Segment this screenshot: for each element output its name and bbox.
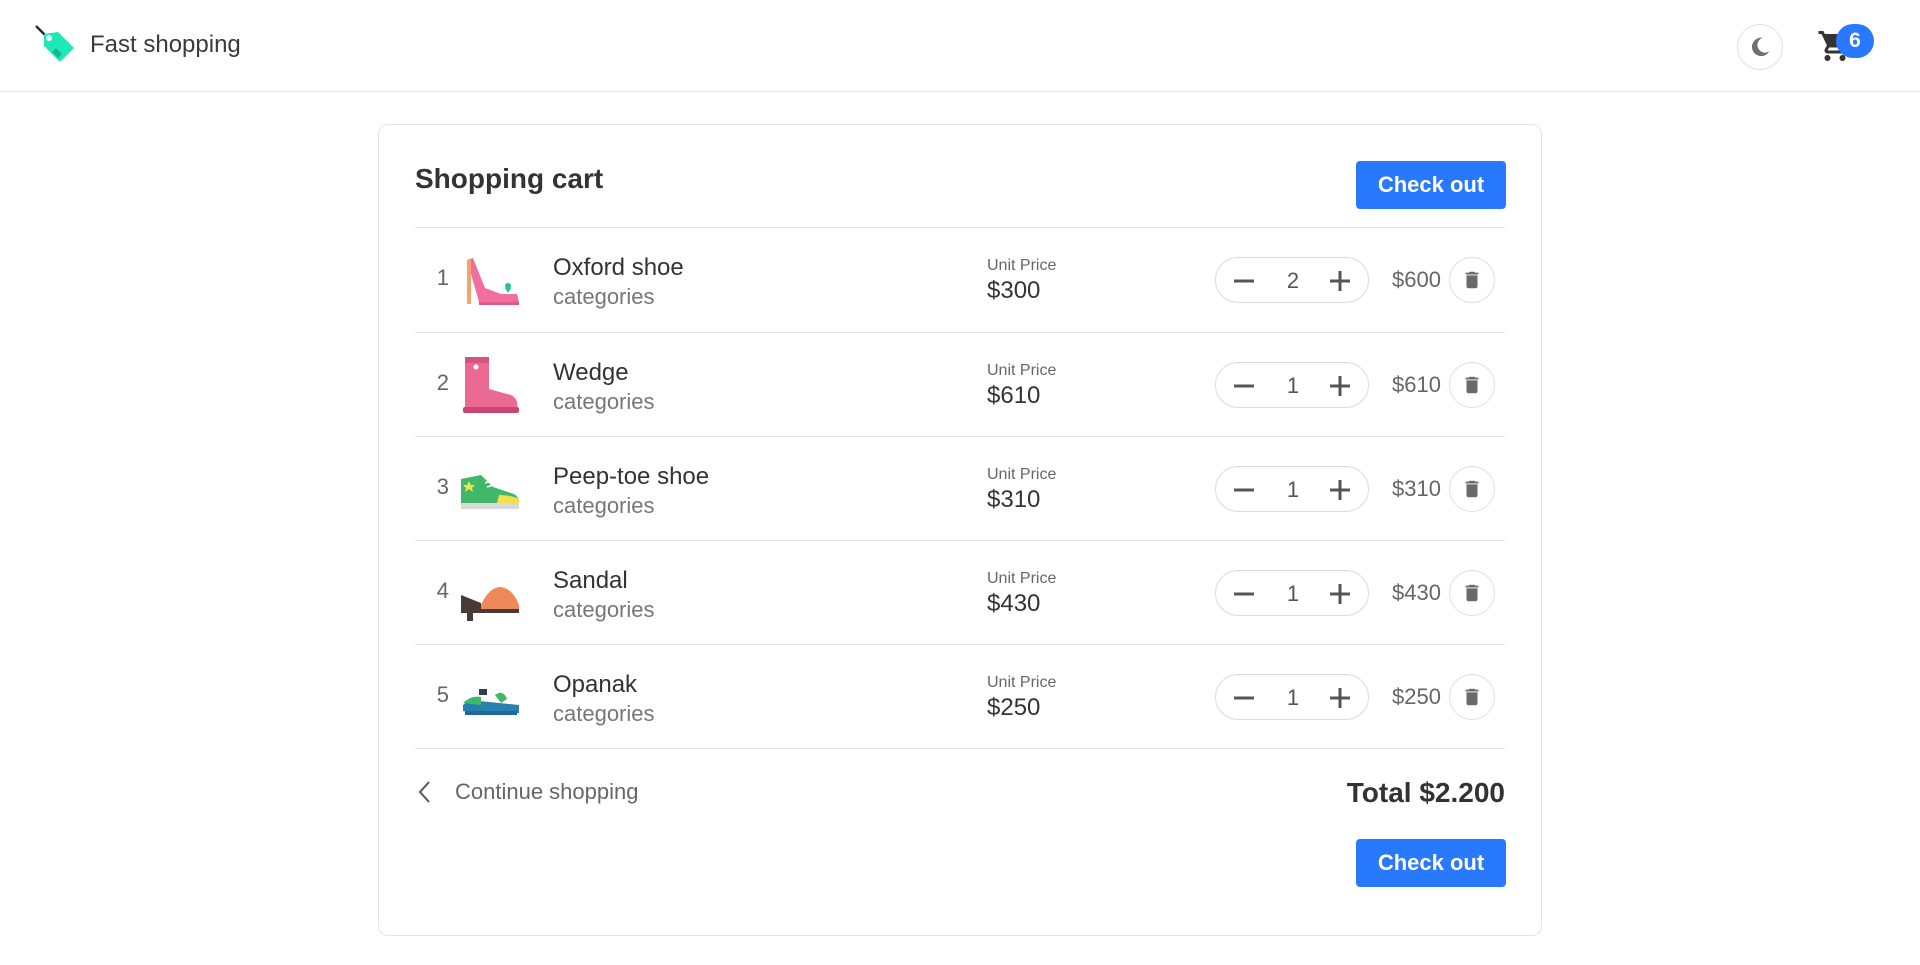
cart-title: Shopping cart — [415, 163, 604, 194]
brand-link[interactable]: Fast shopping — [34, 24, 241, 66]
divider — [415, 748, 1505, 749]
line-total: $610 — [1392, 372, 1441, 397]
shopping-cart-card: Shopping cart Check out 1 Oxford shoe ca… — [378, 124, 1542, 936]
trash-icon — [1465, 480, 1479, 498]
remove-item-button[interactable] — [1449, 362, 1495, 408]
pink-heel-icon — [467, 258, 519, 305]
trash-icon — [1465, 376, 1479, 394]
unit-price-label: Unit Price — [987, 570, 1057, 587]
item-category: categories — [553, 493, 655, 518]
decrease-quantity-button[interactable] — [1226, 576, 1262, 612]
increase-quantity-button[interactable] — [1322, 576, 1358, 612]
line-total: $600 — [1392, 267, 1441, 292]
top-navbar: Fast shopping 6 — [0, 0, 1920, 92]
quantity-stepper: 1 — [1215, 570, 1369, 616]
line-total: $250 — [1392, 684, 1441, 709]
item-category: categories — [553, 284, 655, 309]
quantity-value: 1 — [1286, 685, 1300, 710]
continue-shopping-link[interactable]: Continue shopping — [417, 779, 638, 805]
green-flat-sandal-icon — [463, 689, 519, 715]
cart-total: Total $2.200 — [1346, 777, 1505, 808]
item-index: 5 — [436, 682, 449, 707]
moon-icon — [1751, 37, 1770, 57]
item-index: 1 — [436, 265, 449, 290]
decrease-quantity-button[interactable] — [1226, 680, 1262, 716]
quantity-stepper: 2 — [1215, 257, 1369, 303]
brand-name: Fast shopping — [90, 31, 241, 58]
unit-price-label: Unit Price — [987, 674, 1057, 691]
remove-item-button[interactable] — [1449, 466, 1495, 512]
minus-icon — [1234, 279, 1254, 283]
trash-icon — [1465, 688, 1479, 706]
unit-price-label: Unit Price — [987, 362, 1057, 379]
quantity-value: 1 — [1286, 477, 1300, 502]
item-category: categories — [553, 701, 655, 726]
continue-shopping-label: Continue shopping — [455, 779, 639, 804]
quantity-stepper: 1 — [1215, 466, 1369, 512]
item-name: Wedge — [553, 359, 629, 386]
orange-sandal-icon — [461, 587, 519, 621]
plus-icon — [1330, 376, 1350, 396]
increase-quantity-button[interactable] — [1322, 472, 1358, 508]
unit-price-label: Unit Price — [987, 466, 1057, 483]
unit-price-value: $250 — [987, 694, 1041, 721]
item-name: Sandal — [553, 567, 628, 594]
increase-quantity-button[interactable] — [1322, 368, 1358, 404]
cart-button[interactable]: 6 — [1810, 20, 1874, 70]
plus-icon — [1330, 271, 1350, 291]
quantity-value: 1 — [1286, 581, 1300, 606]
item-index: 2 — [436, 370, 449, 395]
plus-icon — [1330, 480, 1350, 500]
cart-item-row: 4 Sandal categories Unit Price $430 1 $4… — [415, 541, 1505, 645]
remove-item-button[interactable] — [1449, 674, 1495, 720]
cart-item-row: 5 Opanak categories Unit Price $250 1 $2… — [415, 645, 1505, 749]
decrease-quantity-button[interactable] — [1226, 263, 1262, 299]
line-total: $310 — [1392, 476, 1441, 501]
plus-icon — [1330, 688, 1350, 708]
quantity-value: 2 — [1286, 268, 1300, 293]
cart-item-row: 2 Wedge categories Unit Price $610 1 $61… — [415, 333, 1505, 437]
cart-item-row: 1 Oxford shoe categories Unit Price $300… — [415, 228, 1505, 332]
increase-quantity-button[interactable] — [1322, 263, 1358, 299]
item-name: Peep-toe shoe — [553, 463, 710, 490]
chevron-left-icon — [418, 781, 430, 803]
item-category: categories — [553, 389, 655, 414]
decrease-quantity-button[interactable] — [1226, 368, 1262, 404]
increase-quantity-button[interactable] — [1322, 680, 1358, 716]
minus-icon — [1234, 592, 1254, 596]
theme-toggle-button[interactable] — [1737, 24, 1783, 70]
line-total: $430 — [1392, 580, 1441, 605]
remove-item-button[interactable] — [1449, 570, 1495, 616]
decrease-quantity-button[interactable] — [1226, 472, 1262, 508]
pink-boot-icon — [463, 357, 519, 413]
minus-icon — [1234, 696, 1254, 700]
cart-count-badge: 6 — [1836, 24, 1874, 58]
price-tag-icon — [35, 25, 74, 62]
item-category: categories — [553, 597, 655, 622]
unit-price-value: $300 — [987, 277, 1041, 304]
unit-price-label: Unit Price — [987, 257, 1057, 274]
green-sneaker-icon — [461, 475, 519, 509]
item-name: Opanak — [553, 671, 638, 698]
plus-icon — [1330, 584, 1350, 604]
unit-price-value: $610 — [987, 382, 1041, 409]
unit-price-value: $430 — [987, 590, 1041, 617]
checkout-button-bottom[interactable]: Check out — [1356, 839, 1506, 887]
item-index: 3 — [436, 474, 449, 499]
cart-item-row: 3 Peep-toe shoe categories Unit Price $3… — [415, 437, 1505, 541]
unit-price-value: $310 — [987, 486, 1041, 513]
minus-icon — [1234, 488, 1254, 492]
remove-item-button[interactable] — [1449, 257, 1495, 303]
quantity-stepper: 1 — [1215, 674, 1369, 720]
trash-icon — [1465, 584, 1479, 602]
minus-icon — [1234, 384, 1254, 388]
item-name: Oxford shoe — [553, 254, 684, 281]
checkout-button-top[interactable]: Check out — [1356, 161, 1506, 209]
trash-icon — [1465, 271, 1479, 289]
quantity-stepper: 1 — [1215, 362, 1369, 408]
quantity-value: 1 — [1286, 373, 1300, 398]
item-index: 4 — [436, 578, 449, 603]
